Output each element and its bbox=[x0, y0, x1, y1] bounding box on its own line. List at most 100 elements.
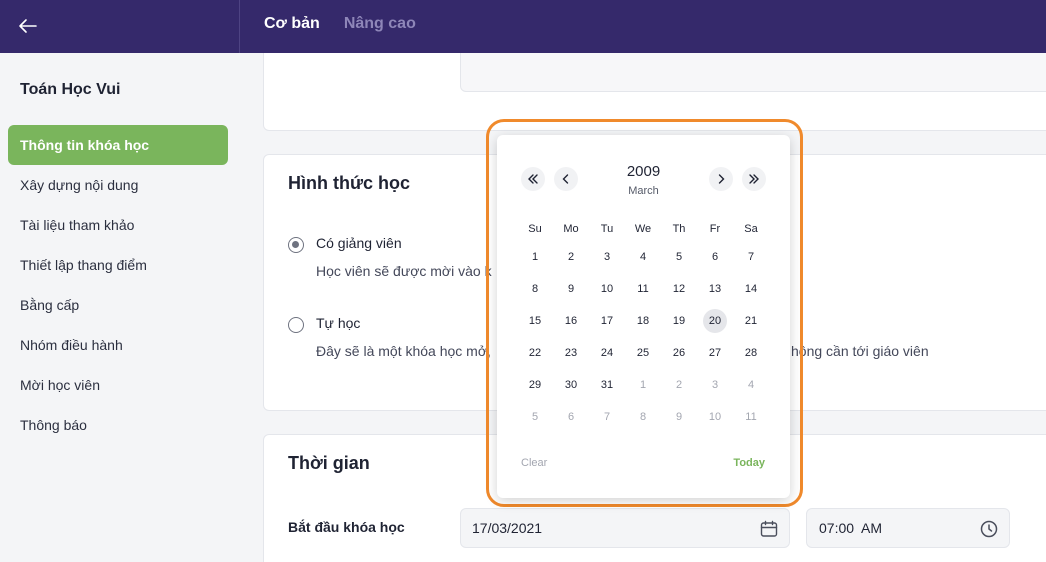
day-cell[interactable]: 5 bbox=[661, 241, 697, 273]
day-number: 11 bbox=[637, 283, 649, 295]
day-number: 20 bbox=[703, 309, 727, 333]
weekday-header: Tu bbox=[600, 223, 614, 235]
day-cell[interactable]: 24 bbox=[589, 337, 625, 369]
day-cell[interactable]: 1 bbox=[517, 241, 553, 273]
day-cell[interactable]: 17 bbox=[589, 305, 625, 337]
day-cell[interactable]: 30 bbox=[553, 369, 589, 401]
day-cell[interactable]: 6 bbox=[553, 401, 589, 433]
radio-with-teacher[interactable] bbox=[288, 237, 304, 253]
sidebar-item-build-content[interactable]: Xây dựng nội dung bbox=[8, 165, 228, 205]
day-cell[interactable]: 27 bbox=[697, 337, 733, 369]
sidebar: Toán Học Vui Thông tin khóa học Xây dựng… bbox=[0, 53, 240, 562]
day-cell[interactable]: 12 bbox=[661, 273, 697, 305]
day-cell[interactable]: 26 bbox=[661, 337, 697, 369]
day-cell[interactable]: 9 bbox=[661, 401, 697, 433]
today-button[interactable]: Today bbox=[733, 457, 765, 469]
day-cell[interactable]: 4 bbox=[625, 241, 661, 273]
day-cell[interactable]: 2 bbox=[661, 369, 697, 401]
day-cell[interactable]: 11 bbox=[733, 401, 769, 433]
sidebar-item-course-info[interactable]: Thông tin khóa học bbox=[8, 125, 228, 165]
day-number: 19 bbox=[672, 315, 686, 327]
weekday-header: Mo bbox=[563, 223, 579, 235]
day-cell[interactable]: 29 bbox=[517, 369, 553, 401]
clear-button[interactable]: Clear bbox=[521, 457, 547, 469]
next-month-button[interactable] bbox=[709, 167, 733, 191]
day-cell[interactable]: 16 bbox=[553, 305, 589, 337]
day-cell[interactable]: 23 bbox=[553, 337, 589, 369]
day-number: 5 bbox=[675, 251, 683, 263]
day-cell[interactable]: 8 bbox=[625, 401, 661, 433]
sidebar-item-admin-group[interactable]: Nhóm điều hành bbox=[8, 325, 228, 365]
day-number: 13 bbox=[708, 283, 722, 295]
datepicker-grid: Su Mo Tu We Th Fr Sa 1 2 3 4 5 6 7 8 9 10 11 12 13 14 15 16 17 1… bbox=[517, 217, 769, 433]
day-number: 10 bbox=[600, 283, 614, 295]
day-cell[interactable]: 19 bbox=[661, 305, 697, 337]
tab-basic[interactable]: Cơ bản bbox=[264, 15, 320, 33]
day-cell[interactable]: 14 bbox=[733, 273, 769, 305]
double-chevron-right-icon bbox=[749, 174, 759, 184]
day-cell-selected[interactable]: 20 bbox=[697, 305, 733, 337]
clock-icon[interactable] bbox=[979, 519, 999, 539]
day-cell[interactable]: 2 bbox=[553, 241, 589, 273]
previous-section-input[interactable] bbox=[460, 53, 1046, 92]
day-number: 14 bbox=[744, 283, 758, 295]
day-number: 4 bbox=[747, 379, 755, 391]
day-cell[interactable]: 8 bbox=[517, 273, 553, 305]
calendar-icon[interactable] bbox=[759, 519, 779, 539]
day-number: 31 bbox=[600, 379, 614, 391]
day-cell[interactable]: 7 bbox=[733, 241, 769, 273]
day-cell[interactable]: 25 bbox=[625, 337, 661, 369]
day-cell[interactable]: 18 bbox=[625, 305, 661, 337]
day-cell[interactable]: 3 bbox=[697, 369, 733, 401]
day-cell[interactable]: 6 bbox=[697, 241, 733, 273]
start-time-input[interactable]: 07:00 AM bbox=[806, 508, 1010, 548]
day-number: 3 bbox=[603, 251, 611, 263]
day-cell[interactable]: 15 bbox=[517, 305, 553, 337]
day-number: 25 bbox=[636, 347, 650, 359]
day-number: 5 bbox=[531, 411, 539, 423]
day-cell[interactable]: 1 bbox=[625, 369, 661, 401]
sidebar-item-grading-scale[interactable]: Thiết lập thang điểm bbox=[8, 245, 228, 285]
back-zone bbox=[0, 0, 240, 53]
sidebar-item-references[interactable]: Tài liệu tham khảo bbox=[8, 205, 228, 245]
option-with-teacher-description: Học viên sẽ được mời vào k bbox=[316, 263, 492, 279]
day-number: 8 bbox=[639, 411, 647, 423]
day-number: 9 bbox=[675, 411, 683, 423]
tab-bar: Cơ bản Nâng cao bbox=[264, 15, 416, 33]
day-cell[interactable]: 5 bbox=[517, 401, 553, 433]
day-cell[interactable]: 11 bbox=[625, 273, 661, 305]
day-cell[interactable]: 31 bbox=[589, 369, 625, 401]
start-date-label: Bắt đầu khóa học bbox=[288, 519, 405, 535]
day-cell[interactable]: 13 bbox=[697, 273, 733, 305]
radio-self-study[interactable] bbox=[288, 317, 304, 333]
day-cell[interactable]: 28 bbox=[733, 337, 769, 369]
day-number: 4 bbox=[639, 251, 647, 263]
sidebar-item-notifications[interactable]: Thông báo bbox=[8, 405, 228, 445]
start-date-input[interactable]: 17/03/2021 bbox=[460, 508, 790, 548]
day-number: 6 bbox=[567, 411, 575, 423]
day-cell[interactable]: 22 bbox=[517, 337, 553, 369]
sidebar-item-invite-students[interactable]: Mời học viên bbox=[8, 365, 228, 405]
next-year-button[interactable] bbox=[742, 167, 766, 191]
day-number: 27 bbox=[708, 347, 722, 359]
day-number: 8 bbox=[531, 283, 539, 295]
day-number: 16 bbox=[564, 315, 578, 327]
day-cell[interactable]: 4 bbox=[733, 369, 769, 401]
day-number: 6 bbox=[711, 251, 719, 263]
sidebar-item-certificates[interactable]: Bằng cấp bbox=[8, 285, 228, 325]
tab-advanced[interactable]: Nâng cao bbox=[344, 15, 416, 33]
day-cell[interactable]: 9 bbox=[553, 273, 589, 305]
back-button[interactable] bbox=[14, 12, 42, 40]
weekday-header: Th bbox=[672, 223, 686, 235]
day-cell[interactable]: 7 bbox=[589, 401, 625, 433]
day-number: 11 bbox=[745, 411, 757, 423]
option-with-teacher-label: Có giảng viên bbox=[316, 235, 402, 251]
course-name: Toán Học Vui bbox=[20, 81, 121, 98]
day-cell[interactable]: 21 bbox=[733, 305, 769, 337]
day-cell[interactable]: 10 bbox=[589, 273, 625, 305]
day-cell[interactable]: 10 bbox=[697, 401, 733, 433]
schedule-title: Thời gian bbox=[288, 453, 370, 473]
day-cell[interactable]: 3 bbox=[589, 241, 625, 273]
option-self-study-description: Đây sẽ là một khóa học mở, bbox=[316, 343, 491, 359]
day-number: 3 bbox=[711, 379, 719, 391]
